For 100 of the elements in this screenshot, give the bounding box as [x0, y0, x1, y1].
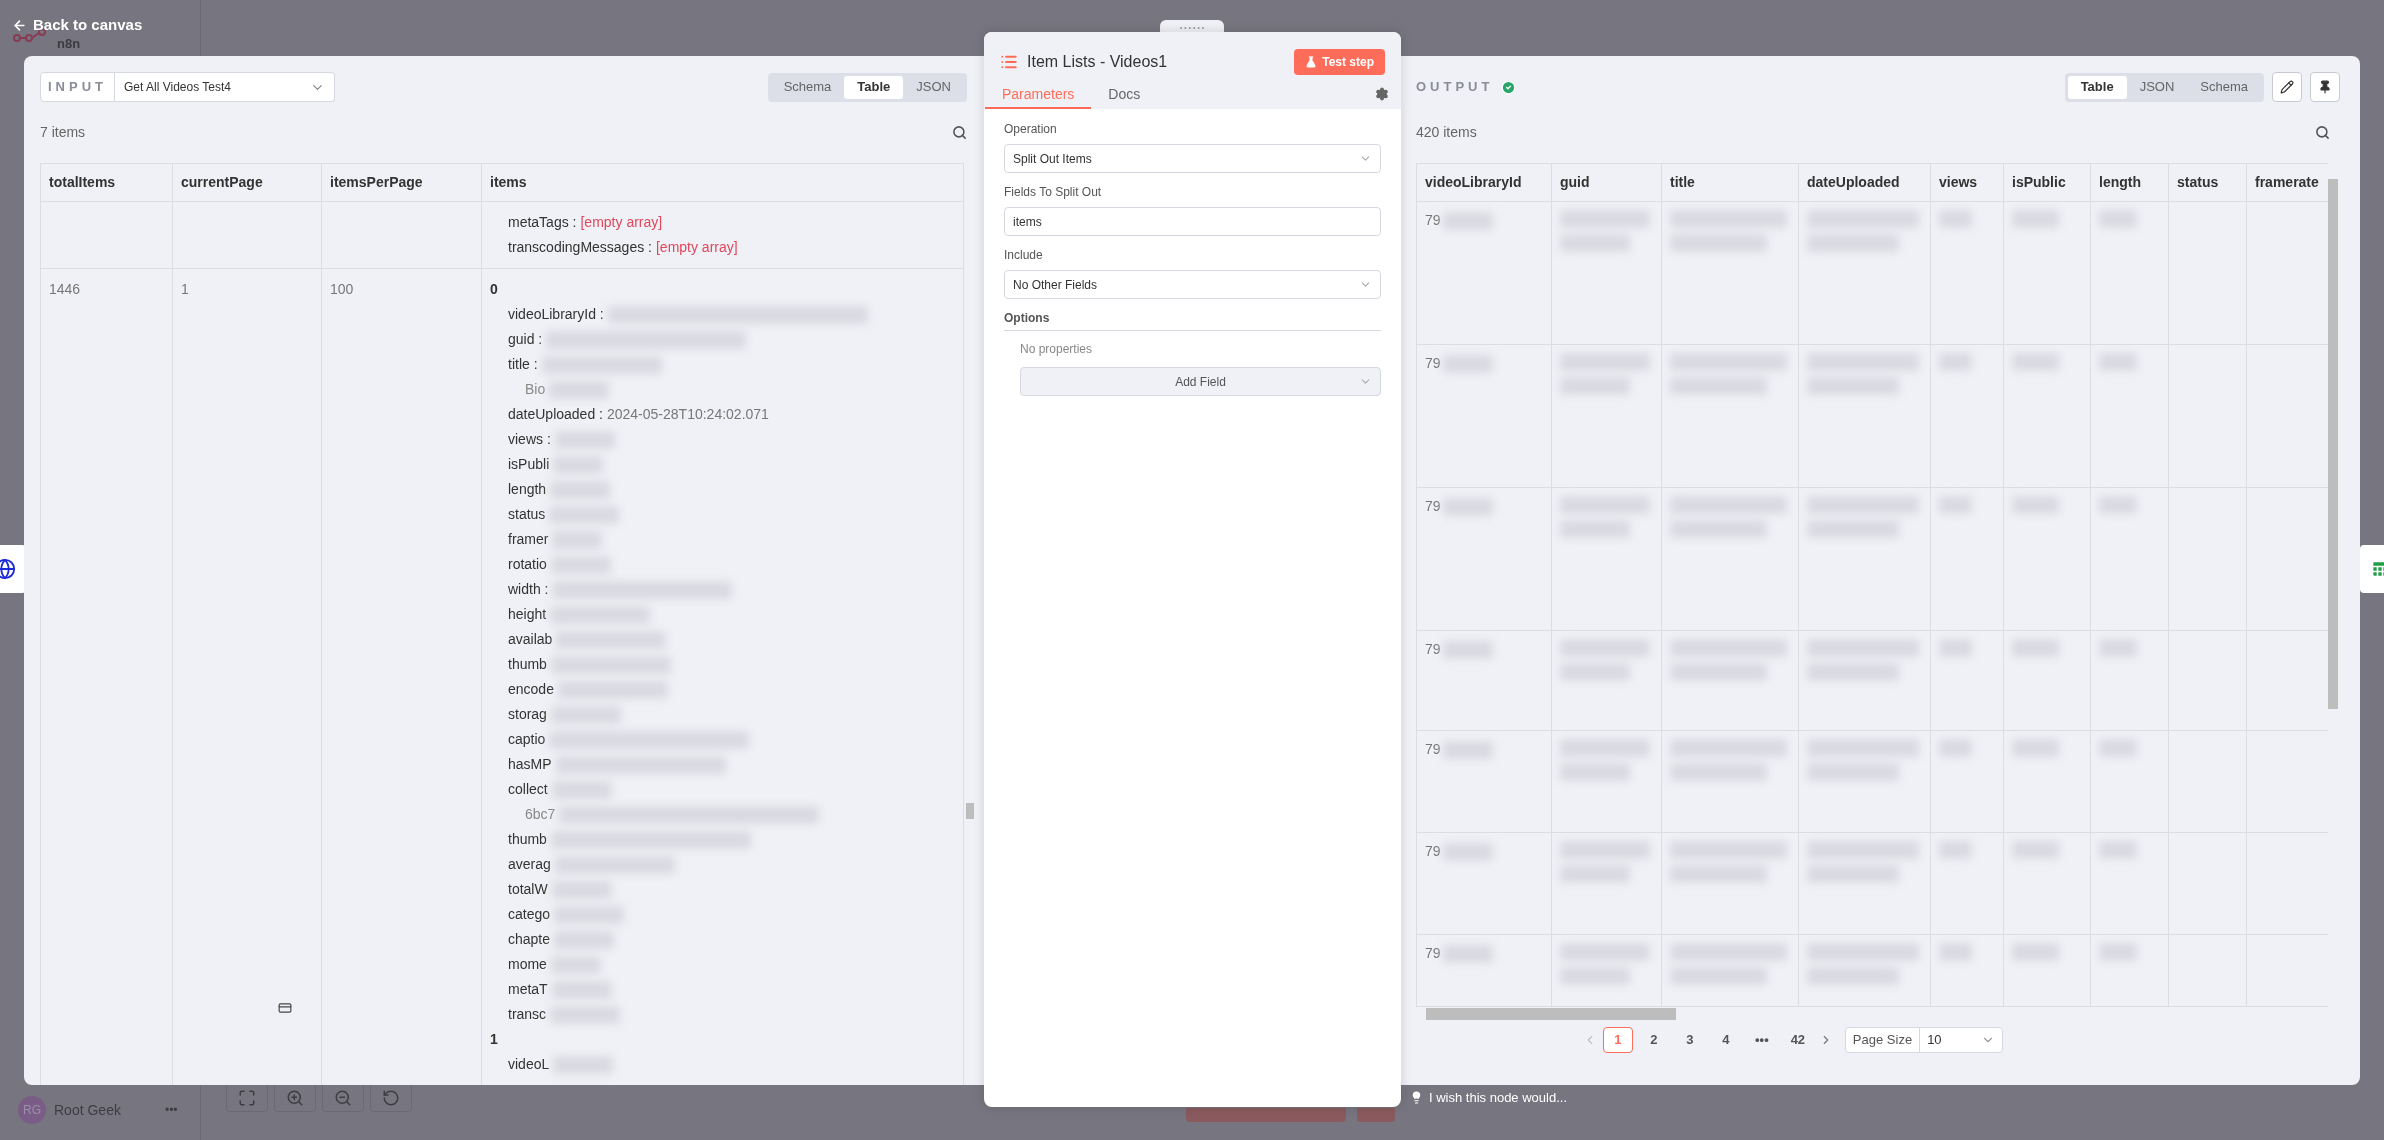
item-key: isPubli: [508, 454, 550, 475]
feedback-link[interactable]: I wish this node would...: [1429, 1088, 1568, 1108]
flask-icon: [1305, 56, 1318, 68]
scrollbar-thumb[interactable]: [1426, 1008, 1676, 1020]
item-value: 2024-05-28T10:24:02.071: [606, 405, 769, 424]
item-key: mome: [508, 954, 547, 975]
page-size-select[interactable]: Page Size 10: [1844, 1027, 2004, 1053]
grip-dots-icon: [1179, 26, 1205, 30]
logo-text: n8n: [57, 37, 81, 51]
page-button[interactable]: •••: [1746, 1027, 1777, 1053]
reset-icon: [382, 1089, 400, 1107]
item-key: metaT: [508, 979, 548, 1000]
zoom-in-icon: [286, 1089, 304, 1107]
page-button[interactable]: 4: [1710, 1027, 1741, 1053]
item-key: videoL: [508, 1054, 550, 1075]
search-icon[interactable]: [952, 125, 967, 140]
item-key: thumb: [508, 654, 547, 675]
panel-tab[interactable]: Docs: [1091, 81, 1158, 109]
view-tab[interactable]: JSON: [2126, 75, 2188, 99]
parameter-input[interactable]: items: [1004, 207, 1381, 236]
item-count: 420 items: [1416, 123, 1477, 142]
item-key: collect: [508, 779, 548, 800]
table-cell-text: 79: [1425, 640, 1441, 659]
item-key: catego: [508, 904, 551, 925]
parameter-label: Include: [1004, 247, 1044, 264]
column-header: dateUploaded: [1799, 164, 1931, 201]
view-tab[interactable]: Table: [2067, 75, 2127, 99]
column-header: views: [1931, 164, 2004, 201]
table-cell-text: 79: [1425, 211, 1441, 230]
item-key: encode: [508, 679, 554, 700]
item-key: 1: [490, 1029, 498, 1050]
column-header: videoLibraryId: [1417, 164, 1552, 201]
node-select[interactable]: Get All Videos Test4: [115, 72, 335, 102]
table-cell-text: 79: [1425, 842, 1441, 861]
item-key: averag: [508, 854, 551, 875]
column-header: guid: [1552, 164, 1662, 201]
table-cell-text: 79: [1425, 944, 1441, 963]
parameter-label: Fields To Split Out: [1004, 184, 1103, 201]
pin-icon: [2318, 80, 2332, 94]
item-key: views :: [508, 429, 551, 450]
item-value: [empty array]: [580, 213, 663, 232]
column-header: currentPage: [173, 164, 322, 201]
back-to-canvas-link[interactable]: Back to canvas: [12, 16, 143, 34]
node-title: Item Lists - Videos1: [1027, 52, 1168, 72]
globe-icon: [0, 558, 16, 580]
table-cell-text: 79: [1425, 354, 1441, 373]
table-cell: 100: [330, 281, 354, 297]
item-key: captio: [508, 729, 546, 750]
page-button[interactable]: 3: [1674, 1027, 1705, 1053]
column-header: items: [489, 173, 528, 192]
item-key: availab: [508, 629, 553, 650]
search-icon[interactable]: [2315, 125, 2330, 140]
table-cell: 1: [181, 281, 189, 297]
fit-view-icon: [238, 1089, 256, 1107]
parameter-select[interactable]: No Other Fields: [1004, 270, 1381, 299]
parameter-select[interactable]: Split Out Items: [1004, 144, 1381, 173]
list-icon: [1000, 53, 1018, 71]
item-key: transcodingMessages :: [508, 237, 652, 258]
edit-button[interactable]: [2272, 72, 2302, 102]
drag-handle[interactable]: [1160, 20, 1224, 32]
add-field-button[interactable]: Add Field: [1020, 367, 1381, 396]
item-key: title :: [508, 354, 538, 375]
page-button[interactable]: 42: [1782, 1027, 1813, 1053]
item-count: 7 items: [40, 123, 86, 142]
item-key: rotatio: [508, 554, 547, 575]
column-header: length: [2091, 164, 2169, 201]
column-header: isPublic: [2004, 164, 2091, 201]
settings-icon[interactable]: [1375, 87, 1389, 101]
item-key: dateUploaded :: [508, 404, 603, 425]
page-button[interactable]: 2: [1638, 1027, 1669, 1053]
item-value: [empty array]: [655, 238, 738, 257]
pencil-icon: [2280, 80, 2294, 94]
column-header: itemsPerPage: [322, 164, 482, 201]
user-name: Root Geek: [54, 1100, 121, 1120]
item-key: height: [508, 604, 547, 625]
scrollbar-thumb[interactable]: [966, 803, 974, 819]
card-icon: [278, 1001, 292, 1015]
item-key: width :: [508, 579, 549, 600]
view-tab[interactable]: JSON: [903, 75, 964, 99]
item-key: guid :: [508, 329, 543, 350]
view-tab[interactable]: Table: [844, 75, 904, 99]
item-key: length: [508, 479, 547, 500]
pin-button[interactable]: [2310, 72, 2340, 102]
input-label: INPUT: [40, 72, 115, 102]
column-header: status: [2169, 164, 2247, 201]
item-key: totalW: [508, 879, 548, 900]
item-key: status: [508, 504, 546, 525]
scrollbar-thumb[interactable]: [2328, 179, 2338, 709]
view-tab[interactable]: Schema: [770, 75, 845, 99]
item-key: chapte: [508, 929, 551, 950]
zoom-out-icon: [334, 1089, 352, 1107]
item-key: metaTags :: [508, 212, 577, 233]
item-key: thumb: [508, 829, 547, 850]
table-cell-text: 79: [1425, 740, 1441, 759]
side-tab[interactable]: [0, 545, 26, 593]
item-key: storag: [508, 704, 547, 725]
options-heading: Options: [1004, 309, 1381, 331]
view-tab[interactable]: Schema: [2187, 75, 2261, 99]
item-key: videoLibraryId :: [508, 304, 604, 325]
table-cell: 1446: [49, 281, 81, 297]
